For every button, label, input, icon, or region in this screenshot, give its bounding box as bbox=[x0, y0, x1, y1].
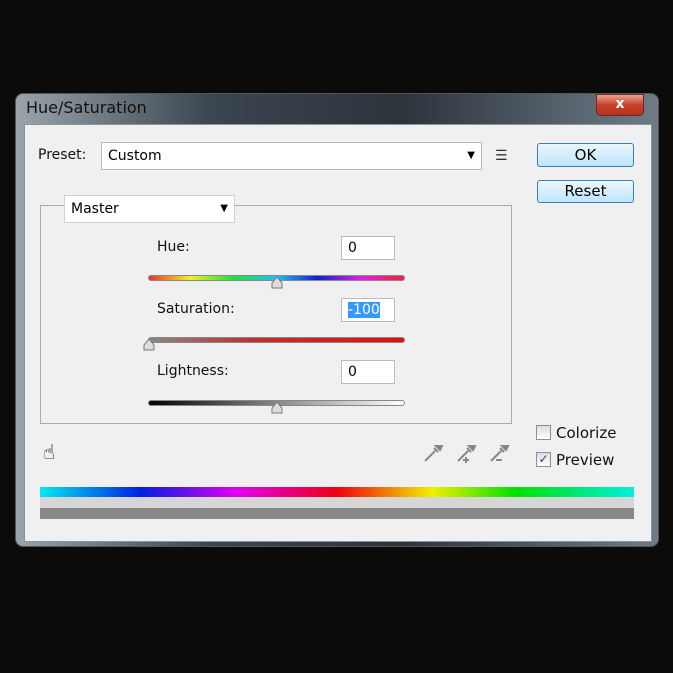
saturation-slider[interactable] bbox=[148, 337, 405, 343]
close-button[interactable]: x bbox=[596, 94, 644, 116]
lightness-input[interactable]: 0 bbox=[341, 360, 395, 384]
eyedropper-plus-icon[interactable] bbox=[455, 442, 477, 464]
output-spectrum-light bbox=[40, 497, 634, 508]
saturation-input[interactable]: -100 bbox=[341, 298, 395, 322]
preset-value: Custom bbox=[108, 148, 162, 164]
channel-value: Master bbox=[71, 201, 119, 217]
reset-button[interactable]: Reset bbox=[537, 180, 634, 203]
lightness-label: Lightness: bbox=[157, 363, 229, 379]
saturation-value: -100 bbox=[348, 302, 380, 318]
chevron-down-icon: ▼ bbox=[220, 203, 228, 214]
colorize-label: Colorize bbox=[556, 424, 617, 442]
hue-label: Hue: bbox=[157, 239, 190, 255]
window-title: Hue/Saturation bbox=[26, 98, 147, 117]
chevron-down-icon: ▼ bbox=[467, 150, 475, 161]
hue-slider-thumb[interactable] bbox=[271, 277, 283, 289]
preview-checkbox[interactable]: ✓ bbox=[536, 452, 551, 467]
preset-select[interactable]: Custom ▼ bbox=[101, 142, 482, 170]
input-spectrum-bar bbox=[40, 487, 634, 497]
adjustment-group bbox=[40, 205, 512, 424]
hue-input[interactable]: 0 bbox=[341, 236, 395, 260]
preset-label: Preset: bbox=[38, 147, 87, 163]
channel-select[interactable]: Master ▼ bbox=[64, 195, 235, 223]
ok-button[interactable]: OK bbox=[537, 143, 634, 167]
output-spectrum-bar bbox=[40, 508, 634, 519]
colorize-checkbox[interactable] bbox=[536, 425, 551, 440]
saturation-slider-thumb[interactable] bbox=[143, 339, 155, 351]
preview-label: Preview bbox=[556, 451, 615, 469]
saturation-label: Saturation: bbox=[157, 301, 235, 317]
preset-menu-icon[interactable]: ☰ bbox=[495, 148, 508, 164]
eyedropper-minus-icon[interactable] bbox=[488, 442, 510, 464]
eyedropper-icon[interactable] bbox=[422, 442, 444, 464]
lightness-slider-thumb[interactable] bbox=[271, 402, 283, 414]
hand-adjust-icon[interactable]: ☝ bbox=[43, 440, 55, 464]
